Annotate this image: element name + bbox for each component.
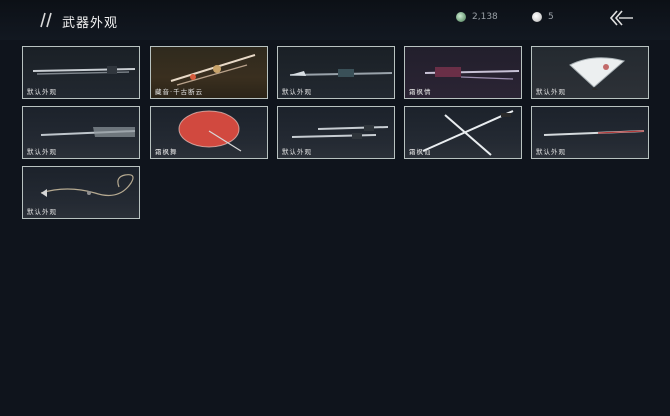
weapon-card-4[interactable]: 霜枫情 [404, 46, 522, 99]
weapon-card-11[interactable]: 默认外观 [22, 166, 140, 219]
pearl-currency: 5 [532, 10, 554, 24]
jade-amount: 2,138 [472, 12, 498, 22]
card-label: 默认外观 [27, 148, 57, 156]
card-label: 默认外观 [282, 88, 312, 96]
jade-currency: 2,138 [456, 10, 498, 24]
card-label: 默认外观 [536, 88, 566, 96]
card-label: 默认外观 [536, 148, 566, 156]
weapon-card-3[interactable]: 默认外观 [277, 46, 395, 99]
weapon-card-1[interactable]: 默认外观 [22, 46, 140, 99]
card-label: 默认外观 [27, 208, 57, 216]
card-label: 霜枫仙 [409, 148, 432, 156]
weapon-card-10[interactable]: 默认外观 [531, 106, 649, 159]
weapon-card-2[interactable]: 藏音·千古断云 [150, 46, 268, 99]
card-label: 霜枫舞 [155, 148, 178, 156]
weapon-card-7[interactable]: 霜枫舞 [150, 106, 268, 159]
card-label: 默认外观 [282, 148, 312, 156]
pearl-icon [532, 12, 542, 22]
weapon-card-5[interactable]: 默认外观 [531, 46, 649, 99]
card-label: 霜枫情 [409, 88, 432, 96]
top-bar: 武器外观 2,138 5 [0, 0, 670, 40]
pearl-amount: 5 [548, 12, 554, 22]
title-slash-icon [40, 12, 52, 28]
back-arrow-icon[interactable] [610, 9, 634, 27]
card-label: 藏音·千古断云 [155, 88, 204, 96]
page-title: 武器外观 [62, 16, 119, 31]
jade-coin-icon [456, 12, 466, 22]
card-label: 默认外观 [27, 88, 57, 96]
weapon-card-8[interactable]: 默认外观 [277, 106, 395, 159]
weapon-card-6[interactable]: 默认外观 [22, 106, 140, 159]
weapon-card-9[interactable]: 霜枫仙 [404, 106, 522, 159]
